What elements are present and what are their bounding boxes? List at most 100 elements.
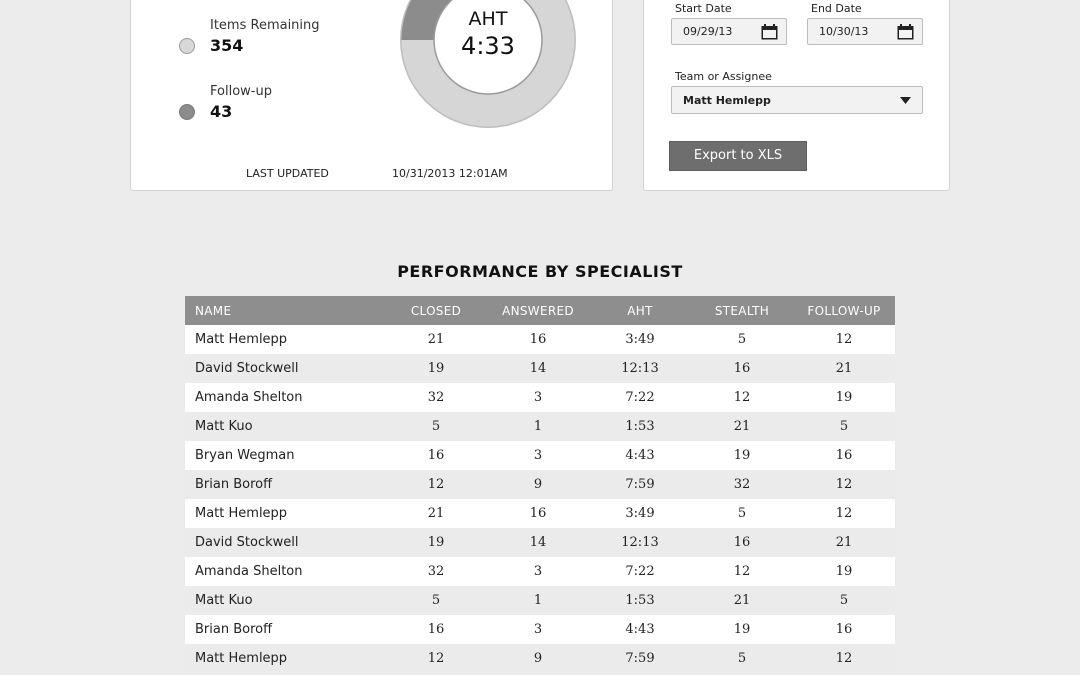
table-row: Brian Boroff 12 9 7:59 32 12: [185, 470, 895, 499]
cell-aht: 4:43: [589, 441, 691, 470]
follow-up-value: 43: [210, 102, 233, 121]
export-xls-button[interactable]: Export to XLS: [669, 141, 807, 171]
end-date-label: End Date: [811, 2, 862, 15]
start-date-field[interactable]: 09/29/13: [671, 18, 787, 45]
cell-stealth: 19: [691, 441, 793, 470]
cell-stealth: 16: [691, 528, 793, 557]
cell-closed: 12: [385, 644, 487, 673]
cell-name: Matt Hemlepp: [185, 325, 385, 354]
cell-follow-up: 21: [793, 528, 895, 557]
cell-follow-up: 19: [793, 557, 895, 586]
cell-closed: 32: [385, 557, 487, 586]
cell-follow-up: 12: [793, 644, 895, 673]
cell-closed: 32: [385, 383, 487, 412]
caret-down-icon: [900, 97, 911, 104]
table-row: Matt Kuo 5 1 1:53 21 5: [185, 586, 895, 615]
cell-name: Brian Boroff: [185, 615, 385, 644]
cell-closed: 19: [385, 528, 487, 557]
cell-follow-up: 12: [793, 325, 895, 354]
cell-follow-up: 16: [793, 441, 895, 470]
follow-up-dot-icon: [179, 104, 195, 120]
team-assignee-value: Matt Hemlepp: [683, 94, 771, 107]
cell-name: David Stockwell: [185, 354, 385, 383]
items-remaining-dot-icon: [179, 38, 195, 54]
cell-closed: 16: [385, 615, 487, 644]
calendar-icon[interactable]: [897, 24, 914, 40]
cell-aht: 1:53: [589, 586, 691, 615]
cell-aht: 12:13: [589, 354, 691, 383]
end-date-field[interactable]: 10/30/13: [807, 18, 923, 45]
cell-name: Matt Kuo: [185, 586, 385, 615]
cell-name: Brian Boroff: [185, 470, 385, 499]
cell-stealth: 16: [691, 354, 793, 383]
cell-closed: 21: [385, 499, 487, 528]
table-row: Matt Hemlepp 21 16 3:49 5 12: [185, 499, 895, 528]
calendar-icon[interactable]: [761, 24, 778, 40]
cell-follow-up: 12: [793, 470, 895, 499]
cell-answered: 3: [487, 557, 589, 586]
cell-stealth: 32: [691, 470, 793, 499]
legend-follow-up: Follow-up 43: [179, 84, 329, 124]
start-date-value: 09/29/13: [683, 25, 733, 38]
last-updated-value: 10/31/2013 12:01AM: [392, 167, 508, 180]
cell-answered: 1: [487, 586, 589, 615]
table-row: David Stockwell 19 14 12:13 16 21: [185, 354, 895, 383]
table-row: Matt Hemlepp 21 16 3:49 5 12: [185, 325, 895, 354]
cell-answered: 16: [487, 325, 589, 354]
cell-follow-up: 12: [793, 499, 895, 528]
cell-answered: 14: [487, 354, 589, 383]
table-row: Brian Boroff 16 3 4:43 19 16: [185, 615, 895, 644]
cell-stealth: 21: [691, 586, 793, 615]
cell-follow-up: 16: [793, 615, 895, 644]
column-header-closed[interactable]: CLOSED: [385, 296, 487, 325]
cell-name: Matt Hemlepp: [185, 499, 385, 528]
cell-follow-up: 5: [793, 586, 895, 615]
cell-stealth: 21: [691, 412, 793, 441]
table-row: Matt Hemlepp 12 9 7:59 5 12: [185, 644, 895, 673]
cell-aht: 3:49: [589, 325, 691, 354]
column-header-name[interactable]: NAME: [185, 296, 385, 325]
cell-answered: 16: [487, 499, 589, 528]
cell-aht: 7:22: [589, 383, 691, 412]
cell-answered: 1: [487, 412, 589, 441]
cell-aht: 1:53: [589, 412, 691, 441]
column-header-stealth[interactable]: STEALTH: [691, 296, 793, 325]
last-updated-label: LAST UPDATED: [246, 167, 329, 180]
cell-aht: 7:59: [589, 644, 691, 673]
cell-aht: 12:13: [589, 528, 691, 557]
cell-aht: 7:59: [589, 470, 691, 499]
cell-name: Matt Hemlepp: [185, 644, 385, 673]
team-assignee-label: Team or Assignee: [675, 70, 772, 83]
cell-answered: 9: [487, 644, 589, 673]
cell-stealth: 5: [691, 499, 793, 528]
cell-stealth: 5: [691, 644, 793, 673]
cell-aht: 7:22: [589, 557, 691, 586]
cell-closed: 12: [385, 470, 487, 499]
table-row: David Stockwell 19 14 12:13 16 21: [185, 528, 895, 557]
cell-answered: 3: [487, 441, 589, 470]
aht-label: AHT: [468, 8, 508, 30]
table-header-row: NAME CLOSED ANSWERED AHT STEALTH FOLLOW-…: [185, 296, 895, 325]
column-header-answered[interactable]: ANSWERED: [487, 296, 589, 325]
cell-stealth: 19: [691, 615, 793, 644]
items-remaining-value: 354: [210, 36, 244, 55]
end-date-value: 10/30/13: [819, 25, 869, 38]
cell-name: Bryan Wegman: [185, 441, 385, 470]
column-header-follow-up[interactable]: FOLLOW-UP: [793, 296, 895, 325]
team-assignee-select[interactable]: Matt Hemlepp: [671, 86, 923, 114]
column-header-aht[interactable]: AHT: [589, 296, 691, 325]
cell-stealth: 12: [691, 557, 793, 586]
aht-center: AHT 4:33: [434, 8, 542, 60]
performance-table: NAME CLOSED ANSWERED AHT STEALTH FOLLOW-…: [185, 296, 895, 673]
legend-items-remaining: Items Remaining 354: [179, 18, 329, 58]
cell-name: Amanda Shelton: [185, 383, 385, 412]
cell-follow-up: 5: [793, 412, 895, 441]
items-remaining-label: Items Remaining: [210, 18, 320, 33]
cell-stealth: 12: [691, 383, 793, 412]
cell-name: Amanda Shelton: [185, 557, 385, 586]
cell-follow-up: 21: [793, 354, 895, 383]
table-row: Bryan Wegman 16 3 4:43 19 16: [185, 441, 895, 470]
cell-closed: 5: [385, 412, 487, 441]
cell-name: David Stockwell: [185, 528, 385, 557]
filter-card: Start Date 09/29/13 End Date 10/30/13 Te…: [643, 0, 950, 191]
